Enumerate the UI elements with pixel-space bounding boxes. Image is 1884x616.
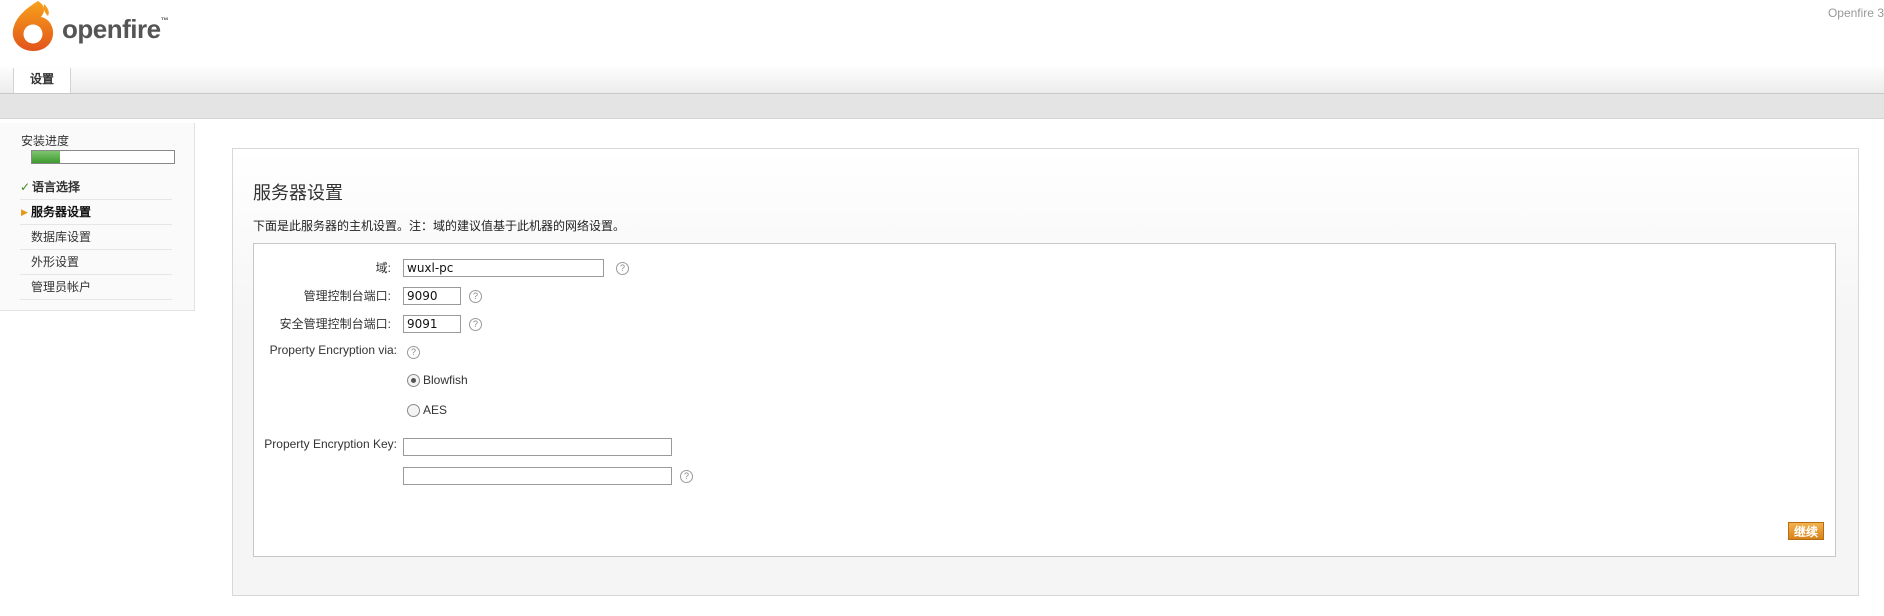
admin-port-label: 管理控制台端口: xyxy=(303,289,391,303)
encryption-key-input[interactable] xyxy=(403,438,672,456)
main-panel: 服务器设置 下面是此服务器的主机设置。注：域的建议值基于此机器的网络设置。 域:… xyxy=(232,148,1859,596)
step-label: 服务器设置 xyxy=(31,205,92,219)
brand-name: openfire™ xyxy=(62,14,169,44)
sidebar-step-language[interactable]: ✓ 语言选择 xyxy=(20,175,172,200)
blowfish-radio[interactable] xyxy=(407,374,420,387)
setup-sidebar: 安装进度 ✓ 语言选择 ▶ 服务器设置 数据库设置 外形设置 管理员帐户 xyxy=(0,123,195,311)
aes-radio[interactable] xyxy=(407,404,420,417)
header: openfire™ Openfire 3 xyxy=(0,0,1884,68)
sidebar-title: 安装进度 xyxy=(21,134,70,148)
server-settings-form: 域: ? 管理控制台端口: ? 安全管理控制台端口: ? Property En… xyxy=(253,243,1836,557)
encryption-key-confirm-input[interactable] xyxy=(403,467,672,485)
check-icon: ✓ xyxy=(20,180,31,194)
page-title: 服务器设置 xyxy=(253,183,343,203)
sidebar-step-server[interactable]: ▶ 服务器设置 xyxy=(20,200,172,225)
blowfish-label: Blowfish xyxy=(423,373,468,387)
secure-port-label: 安全管理控制台端口: xyxy=(279,317,391,331)
step-label: 数据库设置 xyxy=(31,230,92,244)
openfire-flame-icon xyxy=(12,1,54,51)
sidebar-step-profile[interactable]: 外形设置 xyxy=(20,250,172,275)
step-label: 语言选择 xyxy=(32,180,81,194)
openfire-logo[interactable]: openfire™ xyxy=(8,0,178,56)
version-text: Openfire 3 xyxy=(1827,6,1884,20)
encryption-key-label: Property Encryption Key: xyxy=(264,437,397,451)
step-label: 管理员帐户 xyxy=(31,280,92,294)
continue-button[interactable]: 继续 xyxy=(1788,522,1824,540)
page-description: 下面是此服务器的主机设置。注：域的建议值基于此机器的网络设置。 xyxy=(253,219,626,233)
domain-input[interactable] xyxy=(403,259,604,277)
domain-label: 域: xyxy=(375,261,391,275)
admin-port-help-icon[interactable]: ? xyxy=(469,290,482,303)
admin-port-input[interactable] xyxy=(403,287,461,305)
encryption-via-help-icon[interactable]: ? xyxy=(407,346,420,359)
secure-port-input[interactable] xyxy=(403,315,461,333)
encryption-via-label: Property Encryption via: xyxy=(269,343,397,357)
subnav-bar xyxy=(0,94,1884,119)
encryption-key-help-icon[interactable]: ? xyxy=(680,470,693,483)
sidebar-step-database[interactable]: 数据库设置 xyxy=(20,225,172,250)
sidebar-step-admin[interactable]: 管理员帐户 xyxy=(20,275,172,300)
progress-fill xyxy=(32,151,61,163)
aes-label: AES xyxy=(423,403,448,417)
step-label: 外形设置 xyxy=(31,255,80,269)
domain-help-icon[interactable]: ? xyxy=(616,262,629,275)
tab-bar: 设置 xyxy=(0,67,1884,94)
secure-port-help-icon[interactable]: ? xyxy=(469,318,482,331)
setup-progress-bar xyxy=(31,150,175,164)
current-arrow-icon: ▶ xyxy=(21,207,28,217)
tab-settings[interactable]: 设置 xyxy=(13,68,71,93)
